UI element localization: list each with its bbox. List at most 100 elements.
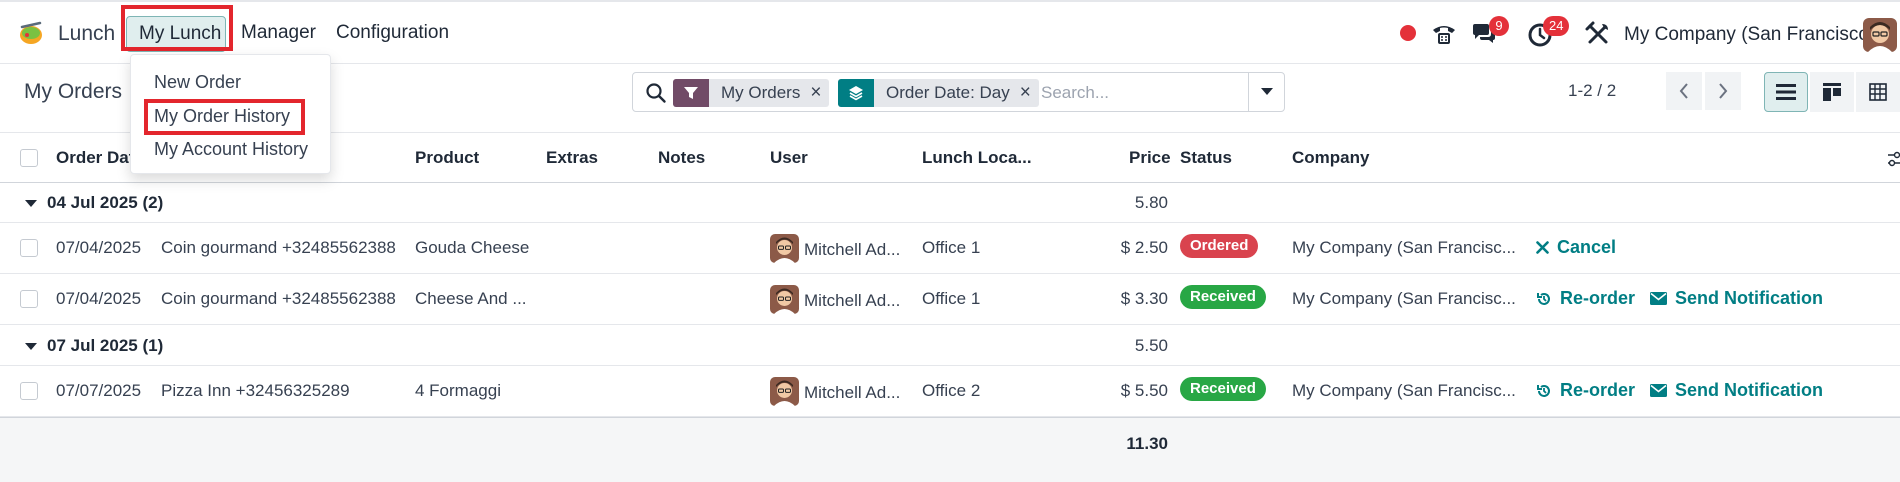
history-icon — [1537, 384, 1550, 397]
caret-down-icon — [25, 343, 37, 350]
chevron-left-icon — [1679, 83, 1688, 99]
col-extras[interactable]: Extras — [546, 148, 598, 168]
pager-next[interactable] — [1705, 72, 1741, 110]
facet-groupby[interactable]: Order Date: Day × — [838, 79, 1039, 107]
menu-manager[interactable]: Manager — [241, 22, 316, 44]
col-product[interactable]: Product — [415, 148, 479, 168]
kanban-view-icon — [1823, 83, 1841, 101]
group-row[interactable]: 07 Jul 2025 (1) 5.50 — [0, 326, 1900, 366]
send-notification-button[interactable]: Send Notification — [1650, 380, 1823, 401]
app-brand[interactable] — [16, 18, 46, 48]
reorder-button-label: Re-order — [1560, 380, 1636, 400]
row-checkbox[interactable] — [20, 239, 38, 257]
cell-order-date: 07/04/2025 — [56, 289, 142, 308]
menu-my-order-history[interactable]: My Order History — [154, 106, 290, 127]
my-lunch-dropdown: New Order My Order History My Account Hi… — [130, 54, 331, 174]
recording-indicator[interactable] — [1400, 25, 1416, 41]
cell-order-date: 07/04/2025 — [56, 238, 142, 257]
cell-product: Gouda Cheese — [415, 238, 530, 257]
col-company[interactable]: Company — [1292, 148, 1369, 168]
status-badge: Ordered — [1180, 234, 1259, 258]
caret-down-icon — [25, 200, 37, 207]
filter-icon — [673, 79, 709, 107]
pager-previous[interactable] — [1666, 72, 1702, 110]
col-status[interactable]: Status — [1180, 148, 1232, 168]
cell-company: My Company (San Francisc... — [1292, 238, 1516, 257]
cell-user: Mitchell Ad... — [804, 383, 901, 402]
envelope-icon — [1650, 384, 1667, 397]
cell-user: Mitchell Ad... — [804, 291, 901, 310]
search-bar[interactable]: My Orders × Order Date: Day × — [632, 72, 1285, 112]
menu-my-lunch[interactable]: My Lunch — [126, 16, 226, 52]
page-title: My Orders — [24, 80, 123, 103]
cell-price: $ 2.50 — [1120, 238, 1168, 257]
facet-filter-label: My Orders — [721, 83, 801, 102]
menu-my-lunch-label: My Lunch — [139, 23, 222, 44]
status-badge: Received — [1180, 377, 1266, 401]
caret-down-icon — [1260, 88, 1273, 95]
user-avatar — [770, 377, 799, 406]
col-user[interactable]: User — [770, 148, 808, 168]
cell-company: My Company (San Francisc... — [1292, 381, 1516, 400]
send-notification-button[interactable]: Send Notification — [1650, 288, 1823, 309]
activities-badge: 24 — [1543, 16, 1570, 36]
messages-badge: 9 — [1489, 16, 1509, 36]
chevron-right-icon — [1719, 83, 1728, 99]
cell-order-date: 07/07/2025 — [56, 381, 142, 400]
menu-configuration[interactable]: Configuration — [336, 22, 449, 44]
col-notes[interactable]: Notes — [658, 148, 705, 168]
cell-product: 4 Formaggi — [415, 381, 501, 400]
cell-user: Mitchell Ad... — [804, 240, 901, 259]
phone-icon[interactable] — [1430, 20, 1458, 48]
search-input[interactable] — [1041, 79, 1241, 107]
group-label: 04 Jul 2025 (2) — [47, 193, 164, 212]
view-kanban-button[interactable] — [1810, 72, 1854, 112]
view-list-button[interactable] — [1764, 72, 1808, 112]
select-all-checkbox[interactable] — [20, 149, 38, 167]
lunch-app-icon — [20, 21, 42, 44]
group-row[interactable]: 04 Jul 2025 (2) 5.80 — [0, 183, 1900, 223]
facet-groupby-label: Order Date: Day — [886, 83, 1010, 102]
send-notification-label: Send Notification — [1675, 288, 1823, 308]
menu-my-account-history[interactable]: My Account History — [154, 139, 308, 160]
table-row[interactable]: 07/04/2025 Coin gourmand +32485562388 Go… — [0, 223, 1900, 274]
search-icon[interactable] — [645, 82, 667, 104]
table-row[interactable]: 07/04/2025 Coin gourmand +32485562388 Ch… — [0, 274, 1900, 325]
company-switcher[interactable]: My Company (San Francisco) — [1624, 24, 1875, 46]
list-footer: 11.30 — [0, 417, 1900, 482]
reorder-button-label: Re-order — [1560, 288, 1636, 308]
menu-new-order[interactable]: New Order — [154, 72, 241, 93]
pager-value[interactable]: 1-2 / 2 — [1568, 81, 1616, 101]
facet-groupby-remove[interactable]: × — [1020, 79, 1039, 107]
user-avatar[interactable] — [1863, 18, 1897, 52]
search-options-toggle[interactable] — [1248, 73, 1284, 111]
user-avatar — [770, 234, 799, 263]
list-view-icon — [1776, 84, 1796, 100]
send-notification-label: Send Notification — [1675, 380, 1823, 400]
cancel-button[interactable]: Cancel — [1536, 237, 1616, 258]
reorder-button[interactable]: Re-order — [1536, 288, 1635, 309]
facet-filter-remove[interactable]: × — [810, 79, 829, 107]
app-name[interactable]: Lunch — [58, 22, 115, 46]
view-pivot-button[interactable] — [1856, 72, 1900, 112]
optional-columns-icon[interactable] — [1888, 151, 1900, 167]
cell-product: Cheese And ... — [415, 289, 527, 308]
cell-location: Office 1 — [922, 289, 981, 308]
reorder-button[interactable]: Re-order — [1536, 380, 1635, 401]
layers-icon — [838, 79, 874, 107]
col-price[interactable]: Price — [1129, 148, 1171, 168]
grand-total: 11.30 — [1126, 434, 1168, 453]
row-checkbox[interactable] — [20, 382, 38, 400]
envelope-icon — [1650, 292, 1667, 305]
cell-vendor: Coin gourmand +32485562388 — [161, 289, 396, 308]
row-checkbox[interactable] — [20, 290, 38, 308]
status-badge: Received — [1180, 285, 1266, 309]
col-lunch-location[interactable]: Lunch Loca... — [922, 148, 1032, 168]
cell-location: Office 1 — [922, 238, 981, 257]
cell-price: $ 5.50 — [1120, 381, 1168, 400]
tools-icon[interactable] — [1584, 20, 1612, 48]
table-row[interactable]: 07/07/2025 Pizza Inn +32456325289 4 Form… — [0, 366, 1900, 417]
cell-location: Office 2 — [922, 381, 981, 400]
group-total: 5.80 — [1134, 193, 1168, 212]
facet-filter[interactable]: My Orders × — [673, 79, 830, 107]
